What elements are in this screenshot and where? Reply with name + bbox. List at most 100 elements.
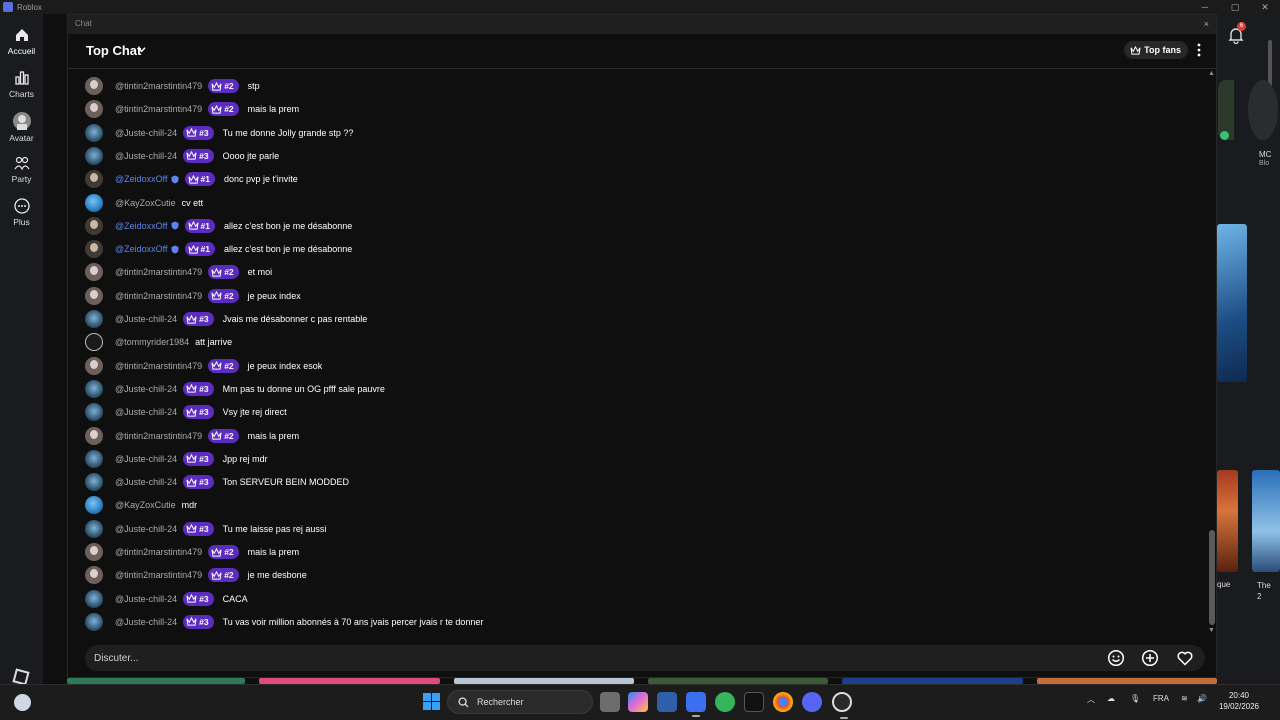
author-avatar[interactable] (85, 356, 103, 375)
store-icon[interactable] (657, 692, 677, 712)
chat-message[interactable]: @Juste-chill-24 #3 Tu me laisse pas rej au… (85, 519, 326, 539)
author-avatar[interactable] (85, 170, 103, 189)
chrome-icon[interactable] (773, 692, 793, 712)
sidebar-item-accueil[interactable]: Accueil (0, 27, 43, 56)
author-name[interactable]: @Juste-chill-24 (115, 454, 177, 464)
minimize-icon[interactable]: ─ (1190, 0, 1220, 14)
author-name[interactable]: @Juste-chill-24 (115, 477, 177, 487)
author-name[interactable]: @ZeidoxxOff (115, 174, 168, 184)
wifi-icon[interactable]: ≋ (1181, 694, 1188, 703)
start-button[interactable] (423, 693, 440, 710)
volume-icon[interactable]: 🔊 (1197, 694, 1207, 703)
add-circle-icon[interactable] (1141, 649, 1159, 667)
chat-message[interactable]: @KayZoxCutie mdr (85, 495, 197, 515)
author-avatar[interactable] (85, 286, 103, 305)
author-avatar[interactable] (85, 77, 103, 95)
maximize-icon[interactable]: ▢ (1220, 0, 1250, 14)
author-avatar[interactable] (85, 240, 103, 259)
taskbar-search[interactable]: Rechercher (447, 690, 593, 714)
author-avatar[interactable] (85, 379, 103, 398)
chat-message[interactable]: @Juste-chill-24 #3 Jvais me désabonner c p… (85, 309, 367, 329)
author-avatar[interactable] (85, 403, 103, 422)
chevron-down-icon[interactable] (137, 45, 146, 54)
chat-close-icon[interactable]: × (1204, 15, 1209, 33)
scroll-thumb[interactable] (1209, 530, 1215, 625)
heart-icon[interactable] (1176, 649, 1194, 667)
author-avatar[interactable] (85, 543, 103, 561)
author-name[interactable]: @tintin2marstintin479 (115, 570, 202, 580)
chat-message[interactable]: @Juste-chill-24 #3 Jpp rej mdr (85, 449, 268, 469)
obs-icon[interactable] (832, 692, 852, 719)
chat-message[interactable]: @tintin2marstintin479 #2 et moi (85, 262, 272, 282)
microphone-icon[interactable]: 🎙 (1130, 694, 1140, 703)
author-name[interactable]: @KayZoxCutie (115, 198, 176, 208)
scroll-up-icon[interactable]: ▲ (1208, 70, 1215, 77)
author-avatar[interactable] (85, 426, 103, 445)
author-avatar[interactable] (85, 216, 103, 235)
emoji-icon[interactable] (1107, 649, 1125, 667)
author-name[interactable]: @Juste-chill-24 (115, 524, 177, 534)
chat-message[interactable]: @tintin2marstintin479 #2 je peux index (85, 286, 301, 306)
chat-message[interactable]: @tintin2marstintin479 #2 je peux index eso… (85, 356, 322, 376)
author-name[interactable]: @Juste-chill-24 (115, 384, 177, 394)
author-avatar[interactable] (85, 146, 103, 165)
author-name[interactable]: @Juste-chill-24 (115, 151, 177, 161)
chat-message[interactable]: @tommyrider1984 att jarrive (85, 332, 232, 352)
author-name[interactable]: @tommyrider1984 (115, 337, 189, 347)
author-avatar[interactable] (85, 333, 103, 352)
chat-message[interactable]: @Juste-chill-24 #3 Vsy jte rej direct (85, 402, 287, 422)
onedrive-icon[interactable]: ☁ (1107, 694, 1115, 703)
chat-message[interactable]: @tintin2marstintin479 #2 mais la prem (85, 426, 299, 446)
weather-widget-icon[interactable] (14, 694, 31, 711)
chat-message[interactable]: @Juste-chill-24 #3 Tu me donne Jolly grand… (85, 123, 353, 143)
author-avatar[interactable] (85, 612, 103, 631)
author-name[interactable]: @ZeidoxxOff (115, 221, 168, 231)
author-name[interactable]: @tintin2marstintin479 (115, 291, 202, 301)
chat-mode-dropdown[interactable]: Top Chat (86, 43, 141, 58)
roblox-mark-icon[interactable] (12, 668, 30, 686)
tray-chevron-up-icon[interactable]: ︿ (1087, 694, 1095, 705)
author-name[interactable]: @Juste-chill-24 (115, 128, 177, 138)
chat-message[interactable]: @tintin2marstintin479 #2 stp (85, 76, 260, 96)
sidebar-item-charts[interactable]: Charts (0, 70, 43, 99)
author-name[interactable]: @ZeidoxxOff (115, 244, 168, 254)
friend-avatar[interactable] (1248, 80, 1278, 140)
terminal-icon[interactable] (744, 692, 764, 712)
chat-message[interactable]: @tintin2marstintin479 #2 mais la prem (85, 542, 299, 562)
author-name[interactable]: @tintin2marstintin479 (115, 267, 202, 277)
chat-message[interactable]: @Juste-chill-24 #3 Oooo jte parle (85, 146, 279, 166)
game-thumbnail[interactable] (1252, 470, 1280, 572)
whatsapp-icon[interactable] (715, 692, 735, 712)
chat-input[interactable] (94, 650, 994, 666)
author-name[interactable]: @tintin2marstintin479 (115, 81, 202, 91)
author-avatar[interactable] (85, 473, 103, 492)
author-name[interactable]: @Juste-chill-24 (115, 594, 177, 604)
discord-icon[interactable] (802, 692, 822, 712)
author-avatar[interactable] (85, 519, 103, 538)
chat-message[interactable]: @tintin2marstintin479 #2 je me desbone (85, 565, 307, 585)
author-name[interactable]: @KayZoxCutie (115, 500, 176, 510)
author-avatar[interactable] (85, 193, 103, 212)
scroll-down-icon[interactable]: ▼ (1208, 627, 1215, 634)
chat-message[interactable]: @tintin2marstintin479 #2 mais la prem (85, 99, 299, 119)
game-thumbnail[interactable] (1217, 224, 1247, 382)
author-avatar[interactable] (85, 263, 103, 282)
chat-message[interactable]: @KayZoxCutie cv ett (85, 193, 203, 213)
chat-message[interactable]: @ZeidoxxOff #1 allez c'est bon je me désab… (85, 239, 352, 259)
author-avatar[interactable] (85, 496, 103, 515)
author-avatar[interactable] (85, 310, 103, 328)
roblox-taskbar-icon[interactable] (686, 692, 706, 717)
author-name[interactable]: @tintin2marstintin479 (115, 104, 202, 114)
author-avatar[interactable] (85, 589, 103, 608)
task-view-icon[interactable] (600, 692, 620, 712)
author-avatar[interactable] (85, 566, 103, 585)
chat-scrollbar[interactable]: ▲ ▼ (1206, 70, 1216, 638)
taskbar-clock[interactable]: 20:40 19/02/2026 (1216, 690, 1262, 712)
close-icon[interactable]: ✕ (1250, 0, 1280, 14)
author-name[interactable]: @tintin2marstintin479 (115, 361, 202, 371)
sidebar-item-party[interactable]: Party (0, 155, 43, 184)
author-name[interactable]: @tintin2marstintin479 (115, 431, 202, 441)
more-options-icon[interactable] (1197, 43, 1201, 57)
author-name[interactable]: @tintin2marstintin479 (115, 547, 202, 557)
game-thumbnail[interactable] (1217, 470, 1238, 572)
